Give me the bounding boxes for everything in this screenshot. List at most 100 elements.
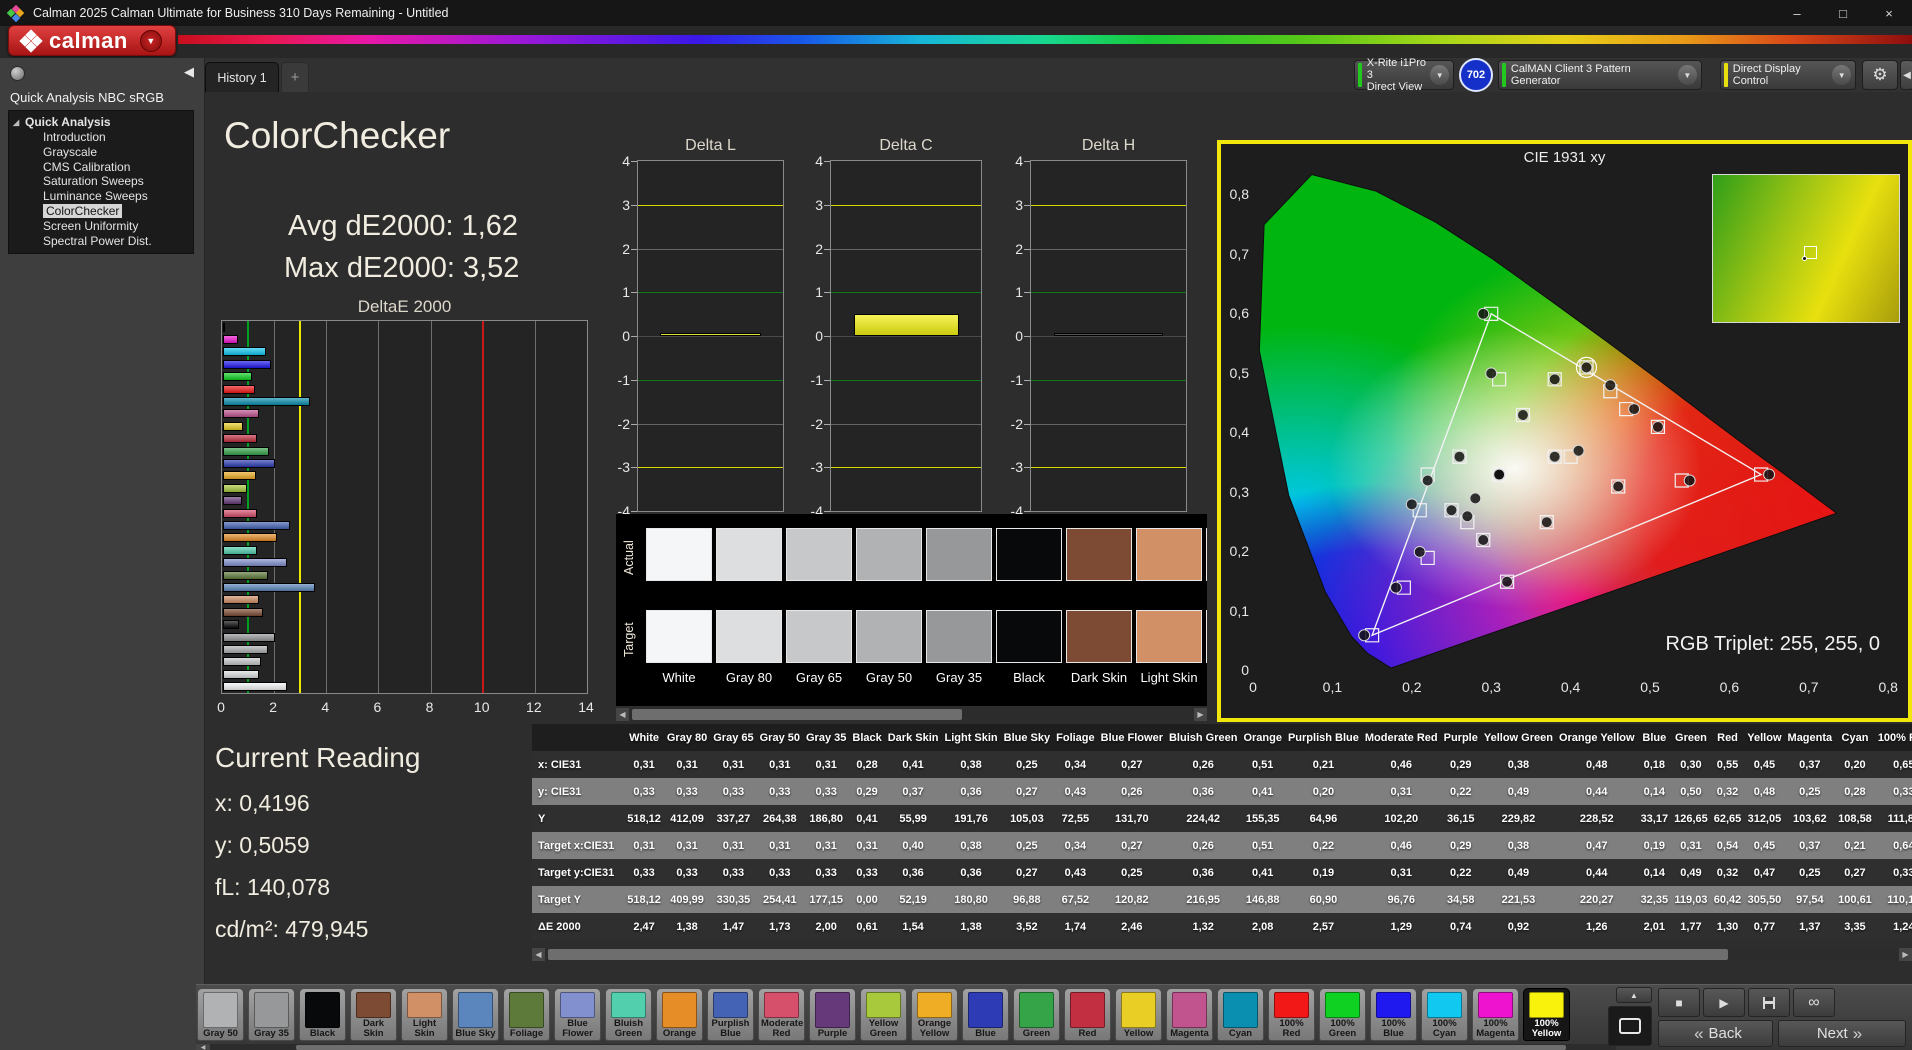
- loop-button[interactable]: ∞: [1793, 988, 1835, 1017]
- pattern-button-purplish-blue[interactable]: Purplish Blue: [707, 988, 754, 1041]
- pattern-button-orange-yellow[interactable]: Orange Yellow: [911, 988, 958, 1041]
- table-cell: 131,70: [1098, 805, 1166, 832]
- play-button[interactable]: ▶: [1703, 988, 1745, 1017]
- scroll-right-icon[interactable]: ▶: [1194, 708, 1207, 721]
- eject-button[interactable]: ▲: [1616, 987, 1652, 1003]
- pattern-button-blue[interactable]: Blue: [962, 988, 1009, 1041]
- scroll-left-icon[interactable]: ◀: [616, 708, 629, 721]
- gridline: [326, 321, 327, 693]
- table-cell: 146,88: [1240, 886, 1285, 913]
- chevron-down-icon[interactable]: ▼: [140, 30, 162, 52]
- pattern-label: Blue: [965, 1029, 1006, 1039]
- pattern-button-yellow[interactable]: Yellow: [1115, 988, 1162, 1041]
- pattern-button-100-cyan[interactable]: 100% Cyan: [1421, 988, 1468, 1041]
- pattern-button-100-red[interactable]: 100% Red: [1268, 988, 1315, 1041]
- pattern-button-purple[interactable]: Purple: [809, 988, 856, 1041]
- deltae-bar-yellow-green: [223, 484, 247, 493]
- stop-button[interactable]: ■: [1658, 988, 1700, 1017]
- pattern-button-100-green[interactable]: 100% Green: [1319, 988, 1366, 1041]
- pattern-button-black[interactable]: Black: [299, 988, 346, 1041]
- chevron-down-icon[interactable]: ▼: [1678, 65, 1697, 85]
- scrollbar-thumb[interactable]: [548, 949, 1728, 960]
- table-cell: 0,47: [1556, 832, 1638, 859]
- pattern-button-green[interactable]: Green: [1013, 988, 1060, 1041]
- pattern-button-100-blue[interactable]: 100% Blue: [1370, 988, 1417, 1041]
- scrollbar-thumb[interactable]: [296, 1045, 1566, 1050]
- reference-line: [638, 424, 783, 425]
- pattern-button-blue-sky[interactable]: Blue Sky: [452, 988, 499, 1041]
- orb-button[interactable]: [10, 66, 25, 81]
- deltae-bar-gray-50: [223, 645, 268, 654]
- swatch-scrollbar[interactable]: ◀ ▶: [616, 708, 1207, 721]
- maximize-button[interactable]: □: [1820, 0, 1866, 26]
- pattern-button-light-skin[interactable]: Light Skin: [401, 988, 448, 1041]
- sidebar-collapse-icon[interactable]: ◀: [184, 64, 194, 80]
- pattern-button-moderate-red[interactable]: Moderate Red: [758, 988, 805, 1041]
- sidebar-item-label: CMS Calibration: [43, 160, 130, 174]
- column-header-gray-50: Gray 50: [757, 724, 803, 751]
- back-button[interactable]: « Back: [1658, 1020, 1773, 1047]
- x-tick-label: 4: [307, 699, 343, 715]
- pattern-button-gray-35[interactable]: Gray 35: [248, 988, 295, 1041]
- table-cell: 0,36: [1166, 859, 1240, 886]
- pattern-button-blue-flower[interactable]: Blue Flower: [554, 988, 601, 1041]
- chevron-down-icon[interactable]: ▼: [1430, 65, 1449, 85]
- pattern-button-dark-skin[interactable]: Dark Skin: [350, 988, 397, 1041]
- table-cell: 0,22: [1441, 778, 1481, 805]
- display-control-dropdown[interactable]: Direct Display Control ▼: [1720, 60, 1856, 90]
- tree-root-quick-analysis[interactable]: ◢ Quick Analysis: [9, 115, 193, 130]
- pattern-button-cyan[interactable]: Cyan: [1217, 988, 1264, 1041]
- save-button[interactable]: [1748, 988, 1790, 1017]
- settings-button[interactable]: ⚙: [1862, 60, 1898, 90]
- pattern-window-button[interactable]: [1608, 1006, 1652, 1046]
- meter-badge[interactable]: 702: [1459, 58, 1493, 92]
- pattern-button-gray-50[interactable]: Gray 50: [197, 988, 244, 1041]
- sidebar-item-screen-uniformity[interactable]: Screen Uniformity: [9, 219, 193, 234]
- sidebar-item-cms-calibration[interactable]: CMS Calibration: [9, 160, 193, 175]
- scroll-left-icon[interactable]: ◀: [196, 1044, 210, 1050]
- scroll-left-icon[interactable]: ◀: [532, 948, 545, 961]
- next-button[interactable]: Next »: [1778, 1020, 1906, 1047]
- pattern-generator-dropdown[interactable]: CalMAN Client 3 Pattern Generator ▼: [1498, 60, 1702, 90]
- pattern-button-100-yellow[interactable]: 100% Yellow: [1523, 988, 1570, 1041]
- y-tick: [1024, 424, 1030, 425]
- table-scrollbar[interactable]: ◀ ▶: [532, 948, 1912, 961]
- table-cell: 0,27: [1835, 859, 1875, 886]
- table-cell: 111,81: [1875, 805, 1912, 832]
- sidebar-item-colorchecker[interactable]: ColorChecker: [9, 204, 193, 219]
- table-cell: 1,29: [1362, 913, 1441, 940]
- table-cell: 0,51: [1240, 832, 1285, 859]
- close-button[interactable]: ×: [1866, 0, 1912, 26]
- pattern-button-100-magenta[interactable]: 100% Magenta: [1472, 988, 1519, 1041]
- minimize-button[interactable]: –: [1774, 0, 1820, 26]
- pattern-button-bluish-green[interactable]: Bluish Green: [605, 988, 652, 1041]
- calman-menu-button[interactable]: calman ▼: [8, 25, 176, 56]
- add-tab-button[interactable]: +: [281, 62, 309, 92]
- tab-history-1[interactable]: History 1: [205, 62, 279, 92]
- target-row-label: Target: [622, 610, 638, 670]
- pattern-button-red[interactable]: Red: [1064, 988, 1111, 1041]
- chevron-down-icon[interactable]: ▼: [1832, 65, 1851, 85]
- pattern-button-foliage[interactable]: Foliage: [503, 988, 550, 1041]
- sidebar-item-grayscale[interactable]: Grayscale: [9, 145, 193, 160]
- swatch-column-label: Light Skin: [1136, 670, 1202, 685]
- table-cell: 1,26: [1556, 913, 1638, 940]
- scrollbar-thumb[interactable]: [632, 709, 962, 720]
- meter-dropdown[interactable]: X-Rite i1Pro 3 Direct View ▼: [1354, 60, 1454, 90]
- sidebar-item-introduction[interactable]: Introduction: [9, 130, 193, 145]
- table-cell: 0,65: [1875, 751, 1912, 778]
- table-cell: 0,61: [849, 913, 884, 940]
- sidebar-item-label: Screen Uniformity: [43, 219, 138, 233]
- sidebar-item-luminance-sweeps[interactable]: Luminance Sweeps: [9, 189, 193, 204]
- scroll-right-icon[interactable]: ▶: [1899, 948, 1912, 961]
- expander-icon[interactable]: ◢: [13, 115, 19, 130]
- panel-collapse-button[interactable]: ◀: [1900, 60, 1912, 90]
- pattern-label: Bluish Green: [608, 1019, 649, 1039]
- sidebar-item-spectral-power-dist-[interactable]: Spectral Power Dist.: [9, 234, 193, 249]
- pattern-scrollbar[interactable]: ◀: [196, 1044, 1616, 1050]
- pattern-button-magenta[interactable]: Magenta: [1166, 988, 1213, 1041]
- table-row: Y518,12412,09337,27264,38186,800,4155,99…: [532, 805, 1912, 832]
- sidebar-item-saturation-sweeps[interactable]: Saturation Sweeps: [9, 174, 193, 189]
- pattern-button-orange[interactable]: Orange: [656, 988, 703, 1041]
- pattern-button-yellow-green[interactable]: Yellow Green: [860, 988, 907, 1041]
